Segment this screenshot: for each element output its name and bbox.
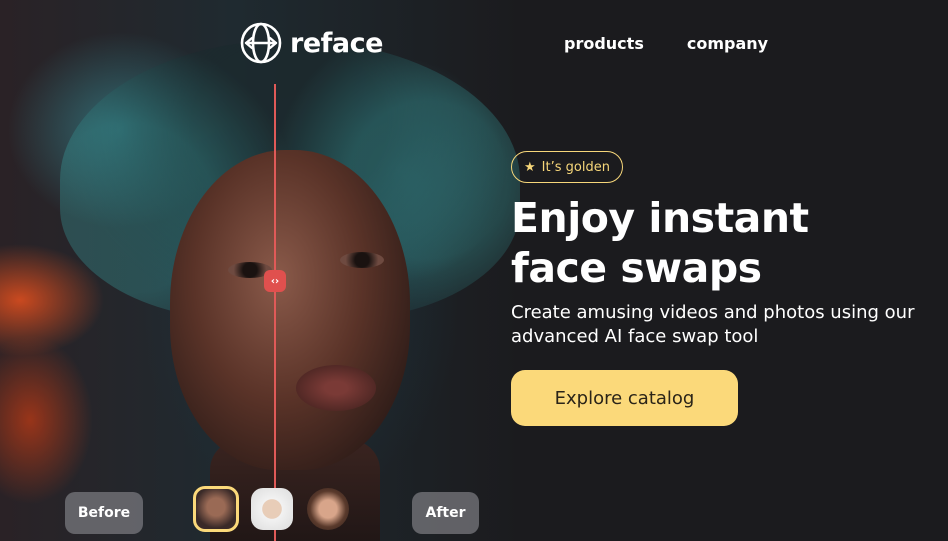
nav-company[interactable]: company — [687, 34, 768, 53]
logo[interactable]: reface — [240, 22, 383, 64]
golden-badge: ★ It’s golden — [511, 151, 623, 183]
lips — [296, 365, 376, 411]
explore-catalog-button[interactable]: Explore catalog — [511, 370, 738, 426]
subtitle-line-2: advanced AI face swap tool — [511, 326, 759, 347]
right-eye — [340, 252, 384, 268]
page-title: Enjoy instant face swaps — [511, 193, 941, 293]
face — [170, 150, 410, 470]
headline-line-2: face swaps — [511, 244, 762, 292]
headline-line-1: Enjoy instant — [511, 194, 809, 242]
comparison-divider[interactable] — [274, 84, 276, 541]
badge-label: It’s golden — [541, 159, 610, 175]
face-thumbnail[interactable] — [251, 488, 293, 530]
hero-content: ★ It’s golden Enjoy instant face swaps C… — [511, 151, 941, 426]
header: reface products company — [0, 0, 948, 84]
reface-logo-icon — [240, 22, 282, 64]
brand-name: reface — [290, 27, 383, 59]
star-icon: ★ — [524, 159, 536, 175]
face-thumbnail-selected[interactable] — [193, 486, 239, 532]
comparison-slider-handle[interactable]: ‹› — [264, 270, 286, 292]
face-thumbnail[interactable] — [307, 488, 349, 530]
chevrons-left-right-icon: ‹› — [270, 275, 280, 287]
nav-products[interactable]: products — [564, 34, 644, 53]
subtitle-line-1: Create amusing videos and photos using o… — [511, 302, 915, 323]
subtitle: Create amusing videos and photos using o… — [511, 301, 941, 349]
after-button[interactable]: After — [412, 492, 479, 534]
before-button[interactable]: Before — [65, 492, 143, 534]
main-nav: products company — [564, 34, 768, 53]
